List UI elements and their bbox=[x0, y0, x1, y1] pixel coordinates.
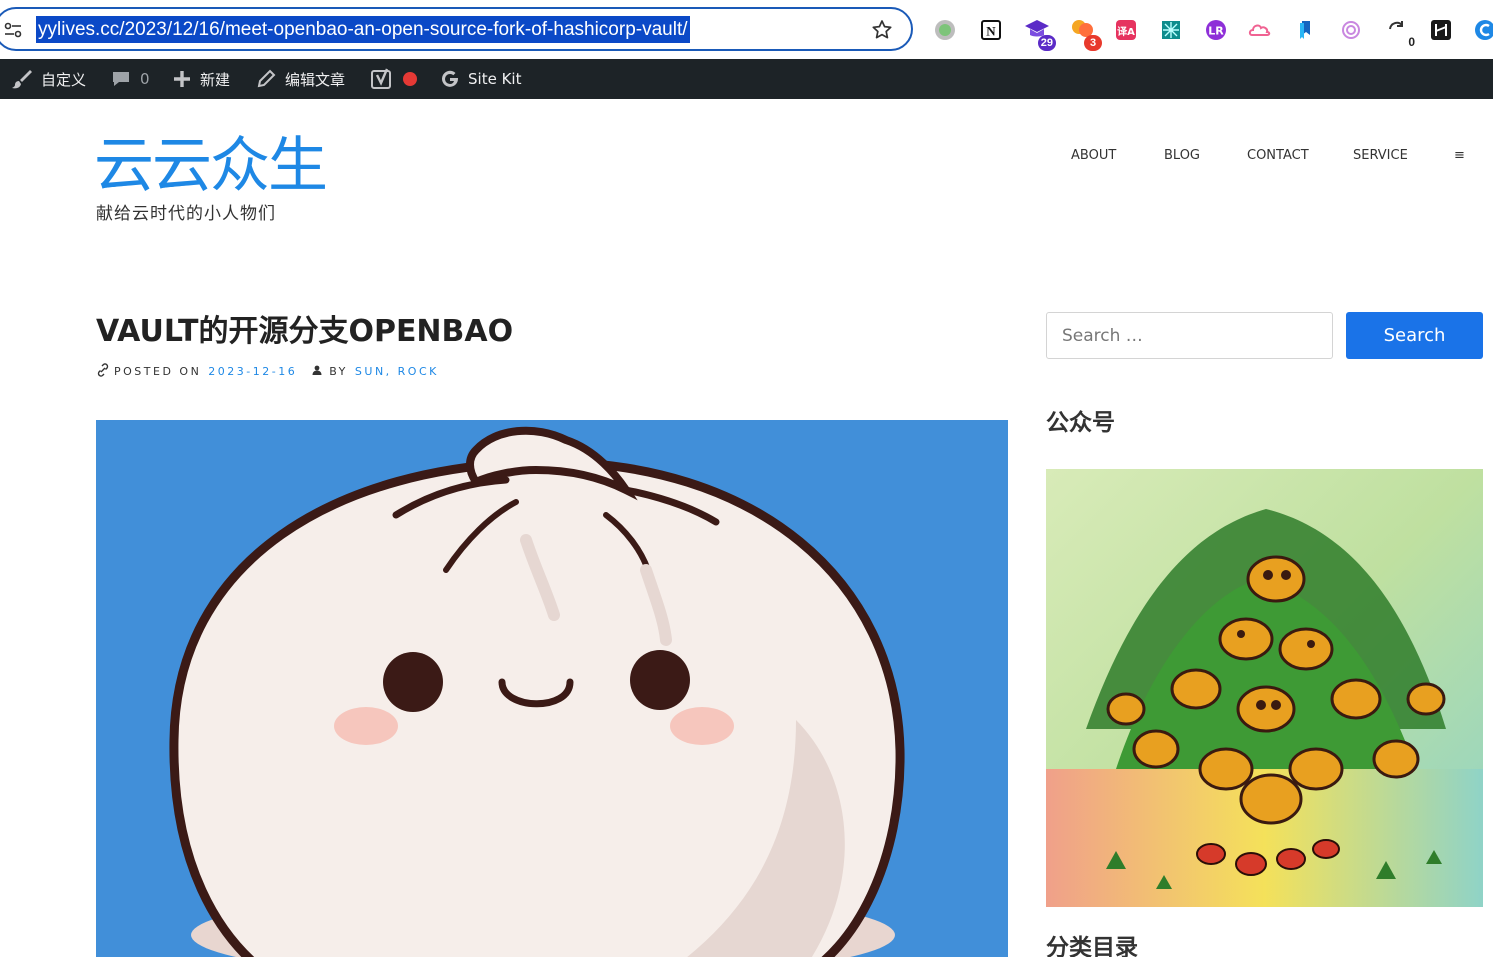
browser-toolbar: yylives.cc/2023/12/16/meet-openbao-an-op… bbox=[0, 0, 1493, 59]
bookmark-star-icon[interactable] bbox=[870, 18, 894, 42]
svg-text:译A: 译A bbox=[1117, 25, 1135, 38]
edit-post-label: 编辑文章 bbox=[285, 70, 346, 89]
search-button[interactable]: Search bbox=[1346, 312, 1483, 359]
site-tagline: 献给云时代的小人物们 bbox=[96, 204, 276, 224]
h-extension-icon[interactable] bbox=[1426, 15, 1456, 45]
yoast-icon bbox=[370, 67, 394, 91]
chat-badge: 3 bbox=[1084, 35, 1102, 51]
comment-bubble-icon bbox=[110, 68, 132, 90]
nav-item-about[interactable]: ABOUT bbox=[1071, 146, 1116, 166]
wechat-image bbox=[1046, 469, 1483, 907]
nav-item-contact[interactable]: CONTACT bbox=[1247, 146, 1309, 166]
chat-extension-icon[interactable]: 3 bbox=[1068, 15, 1102, 51]
google-g-icon bbox=[440, 69, 460, 89]
cloud-extension-icon[interactable] bbox=[1245, 15, 1275, 45]
svg-text:N: N bbox=[986, 24, 996, 39]
nav-item-service[interactable]: SERVICE bbox=[1353, 146, 1408, 166]
site-kit-label: Site Kit bbox=[468, 70, 522, 88]
customize-label: 自定义 bbox=[41, 70, 87, 89]
sync-extension-icon[interactable]: 0 bbox=[1382, 15, 1415, 49]
hamburger-menu-icon[interactable]: ≡ bbox=[1454, 146, 1465, 166]
edit-post-link[interactable]: 编辑文章 bbox=[255, 59, 345, 99]
wp-admin-bar: 自定义 0 新建 编辑文章 Site Kit bbox=[0, 59, 1493, 99]
bookmark-extension-icon[interactable] bbox=[1290, 15, 1320, 45]
lr-extension-icon[interactable]: LR bbox=[1201, 15, 1231, 45]
circle-extension-icon[interactable] bbox=[930, 15, 960, 45]
ant-garden-illustration bbox=[1046, 469, 1483, 907]
author-link[interactable]: SUN, ROCK bbox=[355, 365, 439, 378]
translate-extension-icon[interactable]: 译A bbox=[1111, 15, 1141, 45]
customize-link[interactable]: 自定义 bbox=[11, 59, 86, 99]
site-title[interactable]: 云云众生 bbox=[94, 130, 328, 202]
search-input[interactable] bbox=[1046, 312, 1333, 359]
notion-extension-icon[interactable]: N bbox=[976, 15, 1006, 45]
site-kit-link[interactable]: Site Kit bbox=[440, 59, 521, 99]
new-label: 新建 bbox=[200, 70, 231, 89]
sync-badge: 0 bbox=[1408, 35, 1415, 49]
link-icon bbox=[96, 362, 110, 380]
svg-text:LR: LR bbox=[1208, 25, 1224, 38]
url-text[interactable]: yylives.cc/2023/12/16/meet-openbao-an-op… bbox=[36, 16, 690, 43]
c-extension-icon[interactable] bbox=[1470, 15, 1493, 45]
by-label: BY bbox=[329, 364, 348, 378]
new-content-link[interactable]: 新建 bbox=[172, 59, 230, 99]
yoast-menu[interactable] bbox=[370, 59, 418, 99]
plus-icon bbox=[172, 69, 192, 89]
openai-extension-icon[interactable] bbox=[1336, 15, 1366, 45]
comments-count: 0 bbox=[140, 70, 150, 88]
author-icon bbox=[311, 364, 323, 379]
wechat-widget-title: 公众号 bbox=[1046, 410, 1115, 436]
categories-widget-title: 分类目录 bbox=[1046, 935, 1138, 957]
mortarboard-badge: 29 bbox=[1037, 35, 1056, 51]
status-dot-icon bbox=[402, 71, 418, 87]
paintbrush-icon bbox=[11, 68, 33, 90]
mortarboard-extension-icon[interactable]: 29 bbox=[1022, 15, 1056, 51]
site-info-icon[interactable] bbox=[2, 19, 24, 41]
featured-image bbox=[96, 420, 1008, 957]
pencil-icon bbox=[255, 68, 277, 90]
bao-bun-illustration bbox=[96, 420, 1008, 957]
post-date-link[interactable]: 2023-12-16 bbox=[208, 365, 297, 378]
post-title: VAULT的开源分支OPENBAO bbox=[96, 314, 514, 349]
pattern-extension-icon[interactable] bbox=[1156, 15, 1186, 45]
nav-item-blog[interactable]: BLOG bbox=[1164, 146, 1200, 166]
posted-on-label: POSTED ON bbox=[114, 364, 202, 378]
post-meta: POSTED ON 2023-12-16 BY SUN, ROCK bbox=[96, 362, 439, 380]
comments-link[interactable]: 0 bbox=[110, 59, 150, 99]
